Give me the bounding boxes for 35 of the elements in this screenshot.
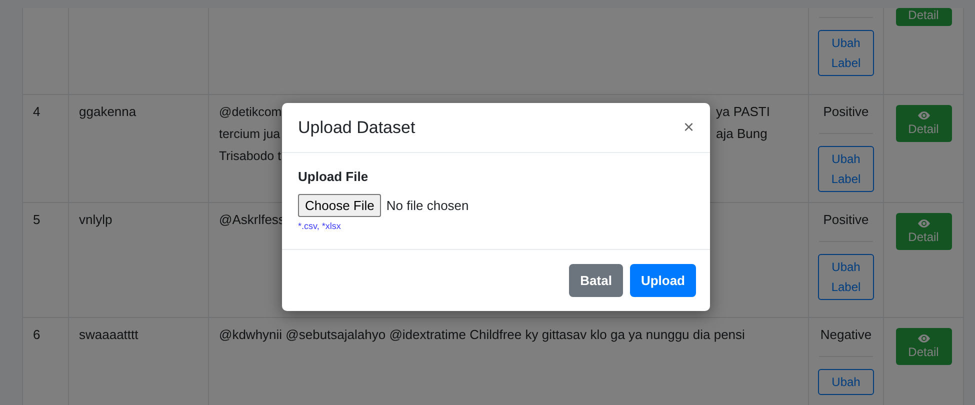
detail-button[interactable]: Detail [896, 105, 952, 142]
row-number: 4 [33, 103, 42, 121]
detail-button[interactable]: Detail [896, 8, 952, 26]
username: swaaaatttt [79, 326, 140, 344]
sentiment-label: Positive [823, 211, 869, 229]
detail-button[interactable]: Detail [896, 328, 952, 365]
change-label-button[interactable]: Ubah Label [818, 30, 874, 76]
sentiment-label: Negative [820, 326, 872, 344]
eye-icon [918, 219, 930, 228]
tweet-text: @Askrlfess [219, 211, 285, 229]
detail-button[interactable]: Detail [896, 213, 952, 250]
dialog-title: Upload Dataset [298, 118, 416, 138]
change-label-button[interactable]: Ubah Label [818, 254, 874, 300]
sentiment-label: Positive [823, 103, 869, 121]
file-status: No file chosen [386, 198, 469, 213]
eye-icon [918, 111, 930, 120]
cancel-button[interactable]: Batal [569, 264, 623, 297]
field-label: Upload File [298, 169, 370, 184]
choose-file-button[interactable]: Choose File [298, 194, 382, 217]
row-number: 6 [33, 326, 42, 344]
username: vnlylp [79, 211, 114, 229]
tweet-text: tercium jua [219, 126, 282, 143]
close-button[interactable]: × [683, 117, 694, 138]
file-type-hint: *.csv, *xlsx [298, 221, 342, 231]
row-number: 5 [33, 211, 42, 229]
tweet-text: ya PASTI [716, 103, 770, 121]
tweet-text: Trisabodo t [219, 148, 282, 165]
change-label-button[interactable]: Ubah [818, 369, 874, 395]
username: ggakenna [79, 103, 138, 121]
eye-icon [918, 334, 930, 343]
tweet-text: @kdwhynii @sebutsajalahyo @idextratime Childfree ky gittasav klo ga ya nunggu dia pensi [219, 326, 745, 344]
upload-button[interactable]: Upload [630, 264, 696, 297]
tweet-text: @detikcom [219, 104, 282, 121]
tweet-text: aja Bung [716, 125, 768, 143]
change-label-button[interactable]: Ubah Label [818, 146, 874, 192]
